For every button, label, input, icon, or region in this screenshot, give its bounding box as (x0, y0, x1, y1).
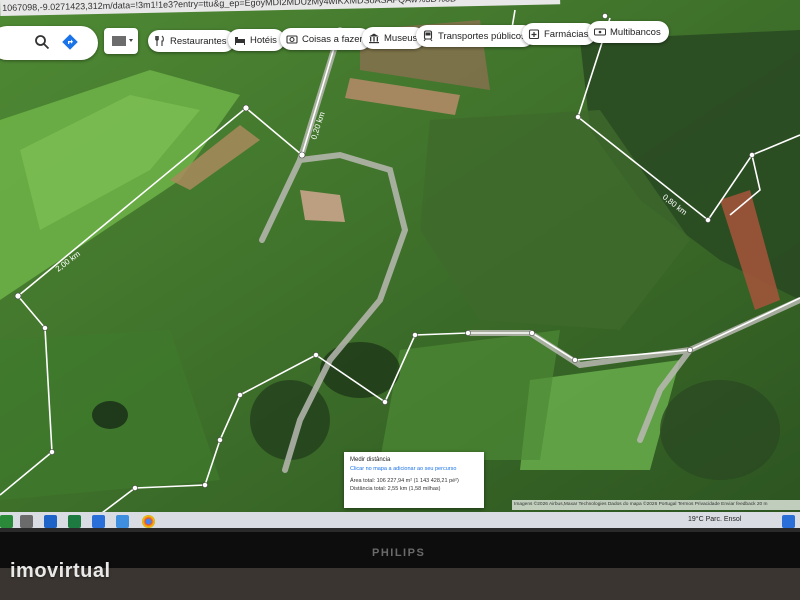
atm-icon (594, 28, 606, 36)
directions-icon[interactable] (62, 34, 78, 50)
chip-label: Transportes públicos (438, 30, 526, 42)
chip-label: Museus (384, 32, 418, 44)
chip-label: Hotéis (250, 34, 277, 46)
word-icon[interactable] (92, 515, 105, 528)
chip-label: Multibancos (610, 26, 661, 38)
total-area: Área total: 106 227,94 m² (1 143 428,21 … (350, 478, 459, 484)
chip-hoteis[interactable]: Hotéis (228, 29, 285, 51)
layers-button[interactable] (104, 28, 138, 54)
total-distance: Distância total: 2,55 km (1,58 milhas) (350, 486, 441, 492)
app-icon[interactable] (0, 515, 13, 528)
layers-icon (112, 36, 133, 46)
taskbar: 19°C Parc. Ensol (0, 512, 800, 528)
measure-distance-panel: Medir distância Clicar no mapa a adicion… (344, 452, 484, 508)
chip-coisas-a-fazer[interactable]: Coisas a fazer (280, 28, 371, 50)
chip-multibancos[interactable]: Multibancos (588, 21, 669, 43)
chip-label: Farmácias (544, 28, 589, 40)
chip-label: Coisas a fazer (302, 33, 363, 45)
map-screen[interactable]: 2,00 km 0,20 km 0,80 km 1067098,-9.02714… (0, 0, 800, 528)
pharmacy-icon (528, 29, 540, 40)
photo-of-monitor: 2,00 km 0,20 km 0,80 km 1067098,-9.02714… (0, 0, 800, 600)
chip-label: Restaurantes (170, 35, 227, 47)
search-box[interactable] (0, 26, 98, 60)
chip-farmacias[interactable]: Farmácias (522, 23, 597, 45)
fork-knife-icon (155, 35, 164, 46)
tray-icon[interactable] (782, 515, 795, 528)
excel-icon[interactable] (68, 515, 81, 528)
museum-icon (369, 33, 379, 44)
app-icon[interactable] (116, 515, 129, 528)
camera-icon (286, 35, 298, 44)
outlook-icon[interactable] (44, 515, 57, 528)
monitor-brand-logo: PHILIPS (372, 547, 426, 559)
chip-restaurantes[interactable]: Restaurantes (148, 30, 235, 52)
chrome-icon[interactable] (142, 515, 155, 528)
measure-title: Medir distância (350, 457, 391, 463)
satellite-imagery: 2,00 km 0,20 km 0,80 km (0, 0, 800, 528)
measure-hint[interactable]: Clicar no mapa a adicionar ao seu percur… (350, 465, 478, 473)
weather-widget[interactable]: 19°C Parc. Ensol (688, 516, 741, 523)
search-icon[interactable] (34, 34, 50, 50)
map-attribution: Imagens ©2026 Airbus,Maxar Technologies … (512, 500, 800, 510)
bed-icon (235, 37, 245, 45)
chip-transportes-publicos[interactable]: Transportes públicos (416, 25, 534, 47)
desk-surface (0, 568, 800, 600)
app-icon[interactable] (20, 515, 33, 528)
train-icon (423, 30, 433, 42)
site-watermark: imovirtual (10, 560, 111, 582)
